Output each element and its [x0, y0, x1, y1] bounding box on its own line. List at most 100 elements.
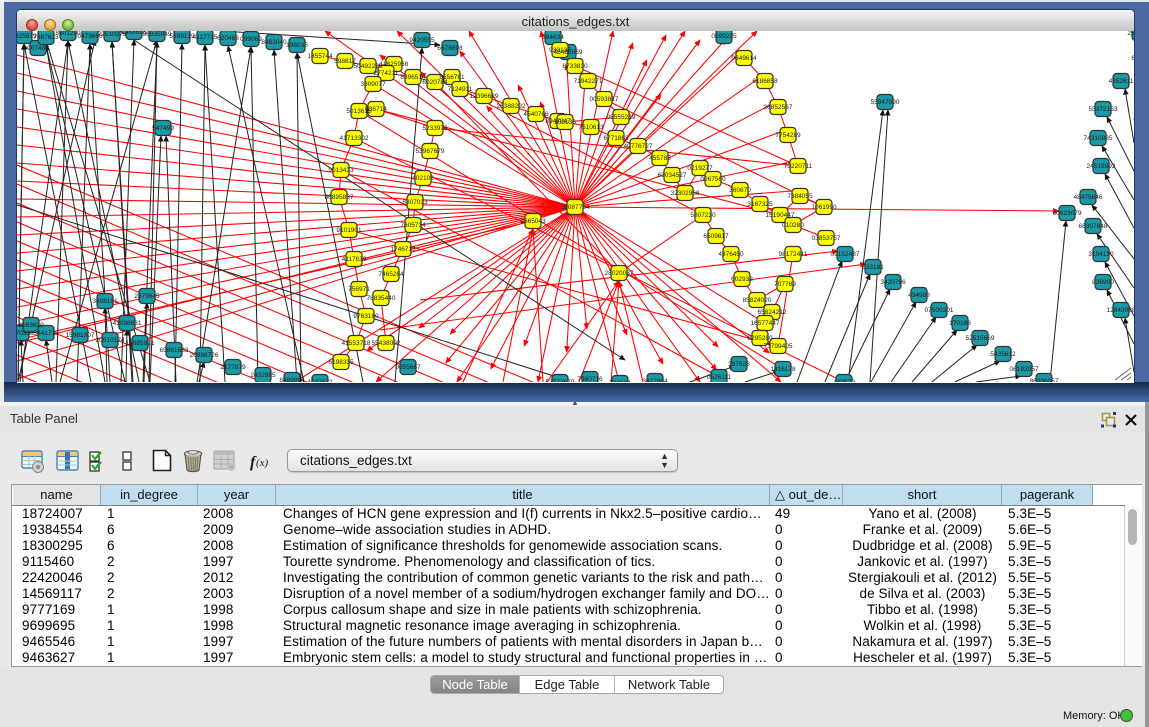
svg-text:8469994: 8469994: [279, 377, 305, 382]
svg-text:9013433: 9013433: [328, 167, 354, 174]
svg-text:0699205: 0699205: [711, 33, 737, 40]
svg-text:5435612: 5435612: [990, 351, 1016, 358]
svg-text:0526111: 0526111: [707, 374, 732, 381]
svg-text:4376450: 4376450: [718, 251, 744, 258]
svg-text:20510174: 20510174: [96, 337, 125, 344]
svg-text:2177879: 2177879: [220, 364, 246, 371]
svg-text:52515669: 52515669: [966, 335, 995, 342]
svg-text:8483040: 8483040: [261, 39, 287, 46]
svg-text:98172441: 98172441: [779, 251, 808, 258]
svg-text:6509817: 6509817: [703, 233, 729, 240]
svg-text:2379645: 2379645: [134, 293, 160, 300]
svg-text:12396629: 12396629: [470, 93, 499, 100]
svg-text:00593817: 00593817: [590, 96, 619, 103]
svg-text:0219277: 0219277: [687, 165, 713, 172]
svg-text:5899139: 5899139: [169, 33, 195, 40]
svg-text:6186858: 6186858: [752, 78, 778, 85]
svg-text:5233978: 5233978: [422, 125, 448, 132]
svg-text:930137: 930137: [549, 47, 571, 54]
svg-text:5807230: 5807230: [690, 212, 716, 219]
svg-text:170188: 170188: [949, 320, 971, 327]
svg-text:74310835: 74310835: [1084, 135, 1113, 142]
svg-text:85824020: 85824020: [743, 297, 772, 304]
svg-text:907483: 907483: [27, 45, 49, 52]
svg-text:(x): (x): [256, 457, 269, 469]
svg-text:984634: 984634: [542, 34, 564, 41]
svg-text:0067560: 0067560: [700, 176, 726, 183]
svg-text:41713302: 41713302: [340, 135, 369, 142]
svg-text:360670: 360670: [729, 187, 751, 194]
svg-text:707789: 707789: [774, 281, 796, 288]
svg-text:756971: 756971: [348, 286, 370, 293]
svg-text:06192057: 06192057: [1010, 366, 1039, 373]
svg-text:4540766: 4540766: [523, 111, 549, 118]
svg-text:73799405: 73799405: [764, 343, 793, 350]
svg-text:07500201: 07500201: [925, 307, 954, 314]
svg-text:4117715: 4117715: [193, 34, 218, 41]
svg-text:9420555: 9420555: [409, 37, 435, 44]
svg-text:547499: 547499: [152, 125, 174, 132]
svg-text:3194130: 3194130: [1088, 251, 1114, 258]
svg-text:9101901: 9101901: [336, 227, 362, 234]
svg-text:602932: 602932: [731, 276, 753, 283]
svg-text:28020037: 28020037: [605, 270, 634, 277]
svg-text:15190447: 15190447: [766, 212, 795, 219]
svg-text:3420796: 3420796: [880, 279, 906, 286]
svg-text:455785: 455785: [649, 155, 671, 162]
svg-text:70220711: 70220711: [784, 163, 813, 170]
svg-text:440579: 440579: [833, 379, 855, 382]
svg-text:3422904: 3422904: [642, 378, 668, 382]
svg-text:198036: 198036: [286, 42, 308, 49]
svg-text:7124911: 7124911: [448, 86, 473, 93]
svg-text:8807033: 8807033: [402, 199, 428, 206]
svg-text:16577447: 16577447: [751, 320, 780, 327]
svg-text:010280: 010280: [782, 222, 804, 229]
svg-text:4352611: 4352611: [1109, 78, 1134, 85]
svg-text:733134: 733134: [609, 380, 631, 382]
svg-text:7510613: 7510613: [578, 124, 604, 131]
svg-text:2525594: 2525594: [1127, 31, 1134, 37]
svg-text:620466: 620466: [217, 35, 239, 42]
svg-text:1416178: 1416178: [770, 366, 796, 373]
svg-text:7605734: 7605734: [400, 222, 426, 229]
svg-text:099069: 099069: [240, 36, 262, 43]
svg-text:536714: 536714: [365, 106, 387, 113]
svg-text:18085921: 18085921: [126, 340, 155, 347]
svg-text:55372153: 55372153: [1089, 106, 1118, 113]
svg-text:9763180: 9763180: [353, 313, 379, 320]
svg-text:55947090: 55947090: [871, 99, 900, 106]
svg-text:0649614: 0649614: [731, 55, 757, 62]
svg-text:24519592: 24519592: [1087, 163, 1116, 170]
svg-text:41098831: 41098831: [113, 320, 142, 327]
svg-text:12843088: 12843088: [1107, 307, 1134, 314]
svg-text:78835440: 78835440: [367, 295, 396, 302]
svg-text:71942271: 71942271: [574, 78, 603, 85]
svg-text:533181: 533181: [862, 264, 884, 271]
svg-text:60623079: 60623079: [1053, 210, 1082, 217]
svg-text:836900: 836900: [1092, 279, 1114, 286]
svg-text:6771863: 6771863: [603, 135, 629, 142]
svg-text:53572679: 53572679: [546, 379, 575, 382]
svg-text:50492225: 50492225: [354, 63, 383, 70]
svg-text:7384055: 7384055: [787, 193, 813, 200]
svg-text:03853757: 03853757: [812, 235, 841, 242]
svg-text:153136: 153136: [554, 119, 576, 126]
svg-text:86895837: 86895837: [325, 194, 354, 201]
svg-text:63034527: 63034527: [658, 172, 687, 179]
svg-text:3909077: 3909077: [360, 81, 386, 88]
svg-text:68307848: 68307848: [1079, 223, 1108, 230]
svg-text:9163620: 9163620: [18, 322, 44, 329]
svg-text:6198335: 6198335: [328, 359, 354, 366]
svg-text:26852567: 26852567: [764, 104, 793, 111]
svg-text:86096057: 86096057: [1030, 378, 1059, 382]
svg-text:65824212: 65824212: [758, 309, 787, 316]
svg-text:5841718: 5841718: [33, 330, 59, 337]
svg-text:32302968: 32302968: [671, 190, 700, 197]
svg-text:1061990: 1061990: [811, 204, 837, 211]
svg-text:8733830: 8733830: [562, 63, 588, 70]
svg-text:397628: 397628: [728, 361, 750, 368]
svg-text:2774211: 2774211: [374, 70, 399, 77]
svg-text:48475646: 48475646: [1074, 194, 1103, 201]
svg-text:41553718: 41553718: [342, 340, 371, 347]
svg-text:09152487: 09152487: [831, 251, 860, 258]
